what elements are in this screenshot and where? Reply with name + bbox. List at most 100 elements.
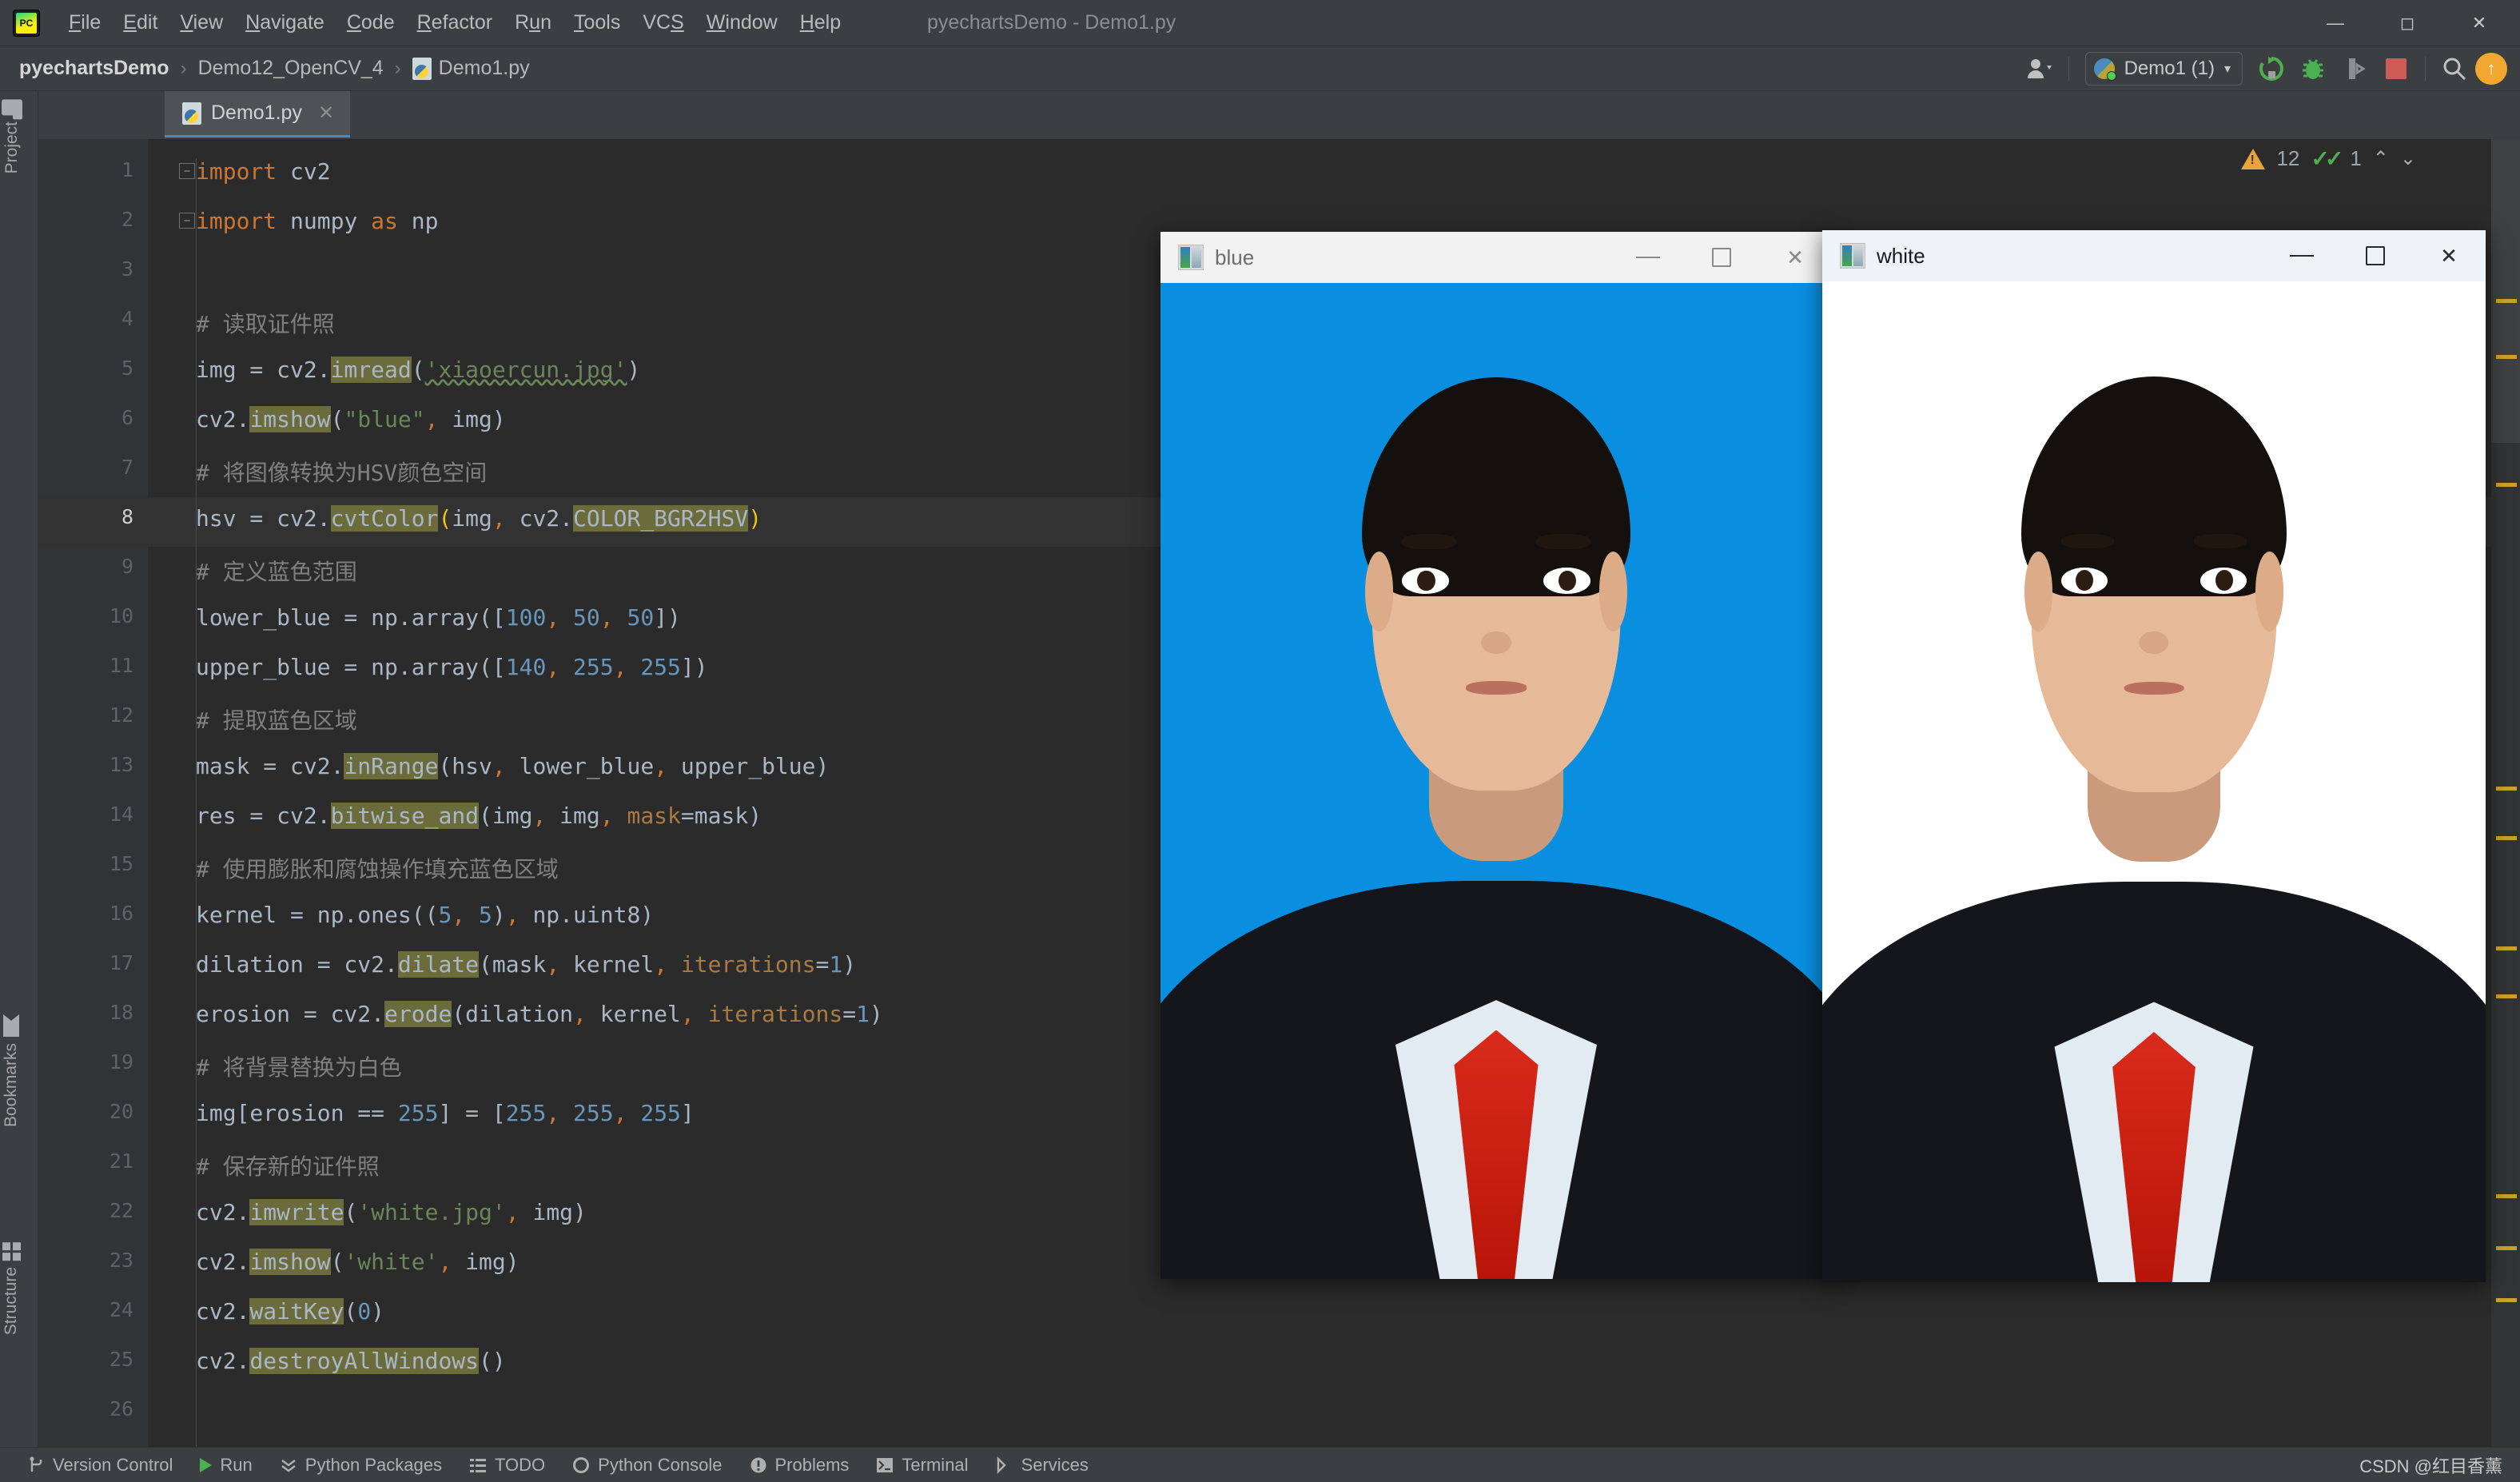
menu-item-view[interactable]: View — [169, 8, 234, 38]
warning-marker[interactable] — [2496, 836, 2517, 840]
run-configuration-selector[interactable]: Demo1 (1) ▾ — [2085, 52, 2243, 86]
opencv-window-white[interactable]: white✕ — [1822, 230, 2486, 1282]
warning-marker[interactable] — [2496, 483, 2517, 487]
rerun-button[interactable] — [2251, 51, 2292, 86]
sidebar-item-structure[interactable]: Structure — [2, 1241, 21, 1335]
menu-item-refactor[interactable]: Refactor — [406, 8, 504, 38]
window-title-bar[interactable]: white✕ — [1822, 230, 2486, 281]
menu-item-code[interactable]: Code — [336, 8, 406, 38]
warning-icon — [2241, 149, 2265, 169]
warning-marker[interactable] — [2496, 1194, 2517, 1198]
code-line: # 提取蓝色区域 — [196, 703, 357, 735]
window-title-bar[interactable]: blue✕ — [1160, 232, 1832, 283]
sidebar-item-bookmarks[interactable]: Bookmarks — [2, 1014, 21, 1127]
project-label: Project — [2, 122, 22, 173]
status-item-python-packages[interactable]: Python Packages — [280, 1455, 442, 1476]
code-token: bitwise_and — [331, 803, 479, 829]
menu-item-window[interactable]: Window — [695, 8, 789, 38]
code-token: ( — [344, 1199, 357, 1225]
code-token: # 使用膨胀和腐蚀操作填充蓝色区域 — [196, 856, 559, 882]
window-title: pyechartsDemo - Demo1.py — [927, 11, 1176, 34]
window-maximize-button[interactable]: ◻ — [2371, 0, 2443, 46]
code-token: destroyAllWindows — [249, 1348, 479, 1374]
ear-shape — [2024, 552, 2052, 631]
eye-shape — [2200, 568, 2247, 594]
navigation-bar: pyechartsDemo › Demo12_OpenCV_4 › Demo1.… — [0, 46, 2520, 91]
warning-marker[interactable] — [2496, 299, 2517, 303]
status-item-todo[interactable]: TODO — [469, 1455, 545, 1476]
status-item-terminal[interactable]: Terminal — [876, 1455, 968, 1476]
status-item-problems[interactable]: Problems — [750, 1455, 850, 1476]
line-number: 16 — [38, 902, 133, 925]
status-item-label: Run — [220, 1455, 252, 1476]
window-close-button[interactable]: ✕ — [2443, 0, 2515, 46]
menu-item-file[interactable]: File — [58, 8, 112, 38]
menu-item-help[interactable]: Help — [789, 8, 852, 38]
search-icon[interactable] — [2434, 51, 2475, 86]
status-item-run[interactable]: Run — [200, 1455, 252, 1476]
code-line: mask = cv2.inRange(hsv, lower_blue, uppe… — [196, 753, 829, 779]
opencv-window-blue[interactable]: blue✕ — [1160, 232, 1832, 1279]
tab-demo1-py[interactable]: Demo1.py ✕ — [165, 91, 350, 137]
warning-marker[interactable] — [2496, 355, 2517, 359]
line-number: 13 — [38, 753, 133, 776]
chevron-down-icon[interactable]: ⌄ — [2400, 147, 2416, 170]
folder-icon — [2, 99, 22, 115]
code-fold-toggle[interactable]: − — [179, 213, 195, 229]
editor-tab-bar: Demo1.py ✕ — [38, 91, 2520, 139]
code-token — [559, 1100, 573, 1126]
menu-item-run[interactable]: Run — [504, 8, 563, 38]
warning-marker[interactable] — [2496, 1298, 2517, 1302]
minimize-button[interactable] — [2265, 230, 2339, 281]
menu-bar: FileEditViewNavigateCodeRefactorRunTools… — [0, 0, 2520, 46]
window-minimize-button[interactable]: — — [2299, 0, 2371, 46]
code-token: (dilation — [452, 1001, 573, 1027]
line-number: 15 — [38, 852, 133, 875]
code-token: img) — [438, 406, 505, 432]
code-token: 'white.jpg' — [357, 1199, 505, 1225]
menu-item-tools[interactable]: Tools — [563, 8, 631, 38]
breadcrumb-file[interactable]: Demo1.py — [412, 57, 530, 80]
menu-item-edit[interactable]: Edit — [112, 8, 169, 38]
chevron-down-icon: ▾ — [2224, 61, 2231, 77]
debug-button[interactable] — [2292, 51, 2334, 86]
minimize-button[interactable] — [1611, 232, 1685, 283]
breadcrumb-project[interactable]: pyechartsDemo — [19, 57, 169, 80]
code-fold-toggle[interactable]: − — [179, 163, 195, 179]
warning-marker[interactable] — [2496, 946, 2517, 950]
editor-scrollbar[interactable] — [2491, 139, 2520, 1447]
status-item-version-control[interactable]: Version Control — [27, 1455, 173, 1476]
line-number: 3 — [38, 257, 133, 281]
stop-button[interactable] — [2375, 51, 2417, 86]
code-line: import numpy as np — [196, 208, 438, 234]
maximize-button[interactable] — [1685, 232, 1758, 283]
breadcrumb-folder[interactable]: Demo12_OpenCV_4 — [198, 57, 384, 80]
coverage-button[interactable] — [2334, 51, 2375, 86]
line-number: 23 — [38, 1249, 133, 1272]
code-line: kernel = np.ones((5, 5), np.uint8) — [196, 902, 654, 928]
warning-marker[interactable] — [2496, 1246, 2517, 1250]
update-available-badge[interactable]: ↑ — [2475, 53, 2507, 85]
maximize-button[interactable] — [2339, 230, 2412, 281]
warning-marker[interactable] — [2496, 787, 2517, 791]
close-button[interactable]: ✕ — [1758, 232, 1832, 283]
account-button[interactable] — [2019, 51, 2060, 86]
code-token: ( — [331, 1249, 344, 1275]
menu-items: FileEditViewNavigateCodeRefactorRunTools… — [58, 8, 852, 38]
status-item-services[interactable]: Services — [996, 1455, 1089, 1476]
code-token: ]) — [654, 604, 681, 631]
sidebar-item-project[interactable]: Project — [2, 99, 22, 173]
chevron-up-icon[interactable]: ⌃ — [2373, 147, 2389, 170]
warning-marker[interactable] — [2496, 994, 2517, 998]
menu-item-vcs[interactable]: VCS — [631, 8, 695, 38]
menu-item-navigate[interactable]: Navigate — [234, 8, 336, 38]
close-button[interactable]: ✕ — [2412, 230, 2486, 281]
inspection-widget[interactable]: 12 ✓✓ 1 ⌃ ⌄ — [2241, 145, 2416, 172]
status-item-python-console[interactable]: Python Console — [572, 1455, 722, 1476]
code-token: = — [816, 951, 830, 978]
close-icon[interactable]: ✕ — [318, 102, 334, 125]
scrollbar-thumb[interactable] — [2491, 139, 2520, 443]
code-token: 5 — [438, 902, 452, 928]
code-token: ] = [ — [438, 1100, 505, 1126]
toolbar-divider — [2425, 57, 2426, 81]
